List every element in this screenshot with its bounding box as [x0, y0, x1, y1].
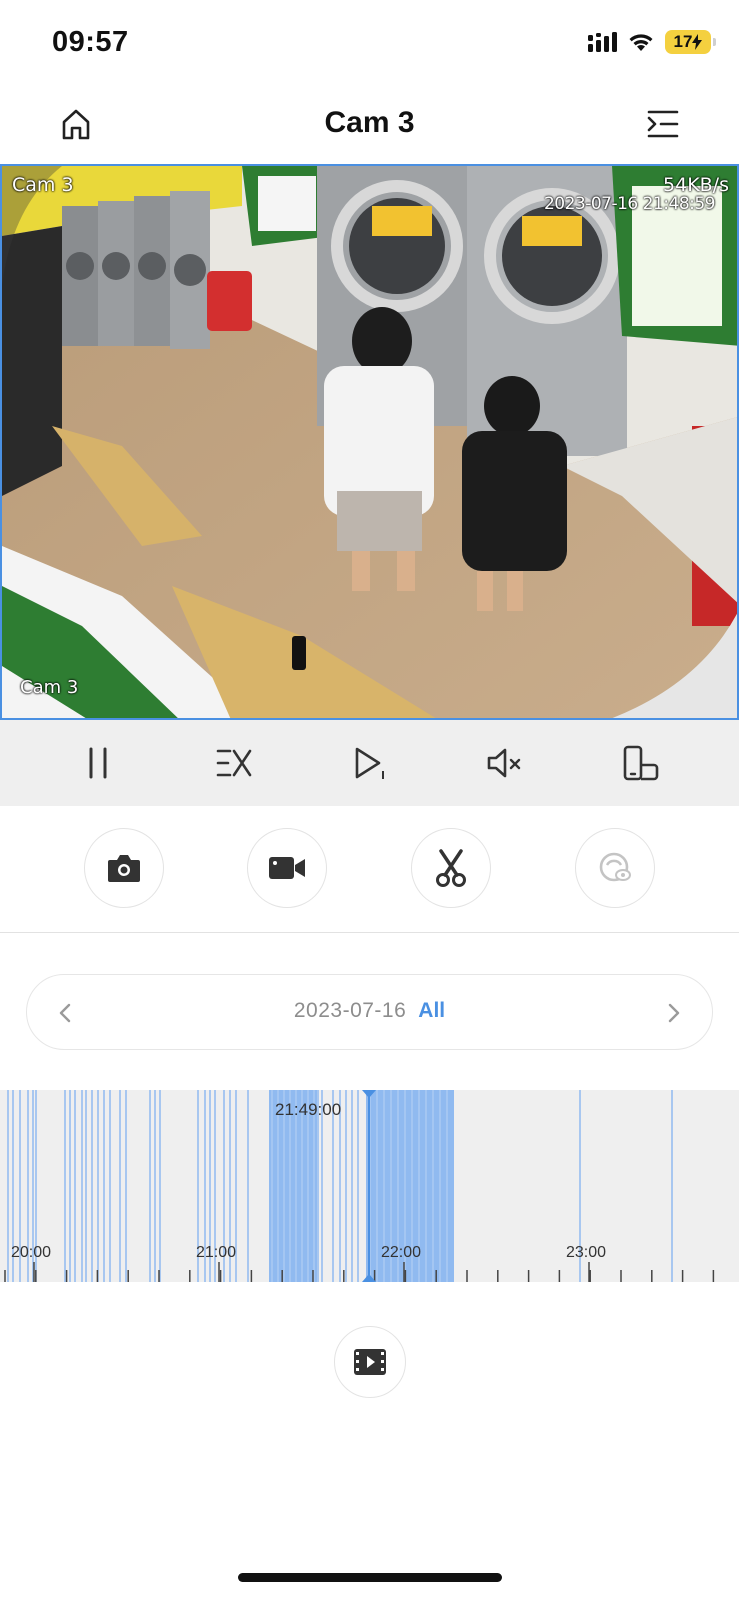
record-icon [269, 857, 305, 879]
timeline-track[interactable] [0, 1090, 739, 1282]
video-player[interactable]: Cam 3 54KB/s 2023-07-16 21:48:59 Cam 3 [0, 164, 739, 720]
hour-label: 22:00 [381, 1244, 422, 1261]
date-selector: 2023-07-16 All [26, 974, 713, 1050]
chevron-right-icon [668, 1003, 680, 1023]
hour-label: 20:00 [11, 1244, 52, 1261]
pause-button[interactable] [70, 735, 126, 791]
battery-charging-icon: 17 [665, 30, 716, 54]
osd-timestamp: 2023-07-16 21:48:59 [543, 194, 716, 214]
clip-button[interactable] [411, 828, 491, 908]
fullscreen-button[interactable] [613, 735, 669, 791]
next-day-button[interactable] [654, 993, 694, 1033]
privacy-button[interactable] [575, 828, 655, 908]
pause-icon [89, 747, 107, 779]
speed-button[interactable] [206, 735, 262, 791]
playback-controls [0, 720, 739, 806]
play-frame-button[interactable] [341, 735, 397, 791]
status-bar: 09:57 17 [0, 0, 739, 88]
snapshot-icon [108, 855, 140, 882]
speed-icon [216, 749, 251, 777]
selected-date: 2023-07-16 [293, 999, 407, 1022]
event-filter[interactable]: All [418, 999, 445, 1022]
wifi-icon [629, 34, 653, 51]
menu-icon [647, 110, 679, 138]
camera-feed-image [2, 166, 737, 718]
signal-icon [588, 32, 617, 52]
status-icons: 17 [587, 30, 716, 54]
snapshot-button[interactable] [84, 828, 164, 908]
clip-icon [436, 849, 466, 887]
home-indicator [238, 1573, 502, 1582]
play-frame-icon [356, 747, 385, 779]
timeline-cursor-time: 21:49:00 [275, 1100, 342, 1119]
mute-button[interactable] [477, 735, 533, 791]
hour-label: 21:00 [196, 1244, 237, 1261]
status-time: 09:57 [52, 26, 129, 58]
section-divider [0, 932, 739, 933]
video-clips-button[interactable] [334, 1326, 406, 1398]
menu-button[interactable] [645, 106, 681, 142]
privacy-icon [599, 852, 631, 882]
nav-header: Cam 3 [0, 88, 739, 164]
osd-camera-name-bottom: Cam 3 [20, 677, 79, 698]
hour-label: 23:00 [566, 1244, 607, 1261]
action-buttons [0, 828, 739, 910]
osd-bitrate: 54KB/s [663, 174, 729, 196]
mute-icon [487, 748, 521, 778]
charging-bolt-icon [692, 34, 703, 50]
osd-camera-name: Cam 3 [12, 174, 74, 196]
film-icon [354, 1349, 386, 1375]
date-display[interactable]: 2023-07-16 All [27, 999, 712, 1023]
battery-level: 17 [673, 32, 693, 51]
playback-timeline[interactable]: 21:49:00 20:00 21:00 22:00 23:00 [0, 1090, 739, 1282]
page-title: Cam 3 [324, 106, 415, 139]
record-button[interactable] [247, 828, 327, 908]
fullscreen-icon [623, 745, 659, 781]
